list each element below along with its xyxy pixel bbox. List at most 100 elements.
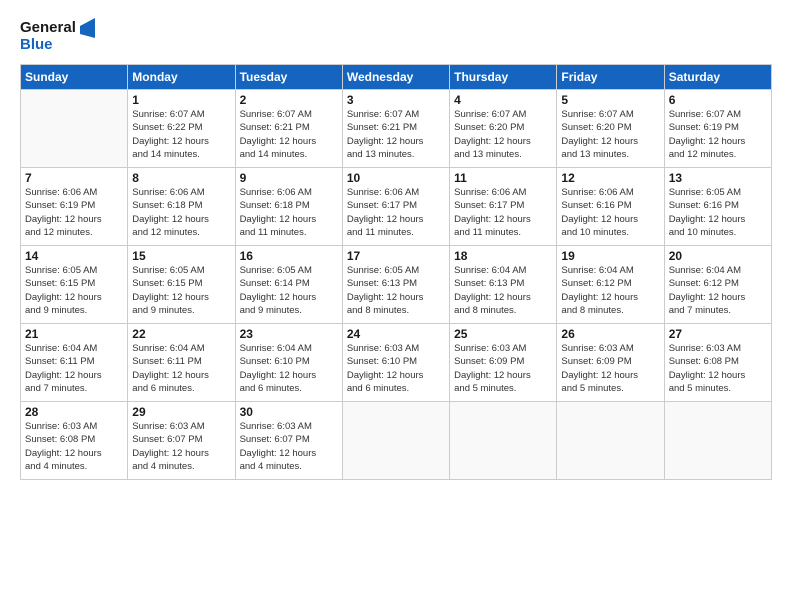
day-number: 29 (132, 405, 230, 419)
day-info: Sunrise: 6:06 AMSunset: 6:16 PMDaylight:… (561, 186, 659, 239)
col-header-friday: Friday (557, 65, 664, 90)
day-info: Sunrise: 6:06 AMSunset: 6:18 PMDaylight:… (240, 186, 338, 239)
calendar-cell: 25Sunrise: 6:03 AMSunset: 6:09 PMDayligh… (450, 324, 557, 402)
day-number: 12 (561, 171, 659, 185)
col-header-wednesday: Wednesday (342, 65, 449, 90)
day-info: Sunrise: 6:04 AMSunset: 6:12 PMDaylight:… (561, 264, 659, 317)
day-info: Sunrise: 6:03 AMSunset: 6:08 PMDaylight:… (25, 420, 123, 473)
day-number: 23 (240, 327, 338, 341)
calendar-week-5: 28Sunrise: 6:03 AMSunset: 6:08 PMDayligh… (21, 402, 772, 480)
day-info: Sunrise: 6:03 AMSunset: 6:09 PMDaylight:… (454, 342, 552, 395)
calendar-week-2: 7Sunrise: 6:06 AMSunset: 6:19 PMDaylight… (21, 168, 772, 246)
calendar-cell: 22Sunrise: 6:04 AMSunset: 6:11 PMDayligh… (128, 324, 235, 402)
day-info: Sunrise: 6:04 AMSunset: 6:12 PMDaylight:… (669, 264, 767, 317)
day-number: 19 (561, 249, 659, 263)
calendar-cell: 1Sunrise: 6:07 AMSunset: 6:22 PMDaylight… (128, 90, 235, 168)
calendar-cell (450, 402, 557, 480)
calendar-cell: 8Sunrise: 6:06 AMSunset: 6:18 PMDaylight… (128, 168, 235, 246)
calendar-cell: 2Sunrise: 6:07 AMSunset: 6:21 PMDaylight… (235, 90, 342, 168)
day-number: 13 (669, 171, 767, 185)
day-info: Sunrise: 6:03 AMSunset: 6:10 PMDaylight:… (347, 342, 445, 395)
calendar-cell: 28Sunrise: 6:03 AMSunset: 6:08 PMDayligh… (21, 402, 128, 480)
calendar-header-row: SundayMondayTuesdayWednesdayThursdayFrid… (21, 65, 772, 90)
day-number: 3 (347, 93, 445, 107)
day-number: 9 (240, 171, 338, 185)
day-number: 8 (132, 171, 230, 185)
calendar-cell: 26Sunrise: 6:03 AMSunset: 6:09 PMDayligh… (557, 324, 664, 402)
svg-text:Blue: Blue (20, 36, 53, 53)
day-info: Sunrise: 6:06 AMSunset: 6:19 PMDaylight:… (25, 186, 123, 239)
calendar-cell: 4Sunrise: 6:07 AMSunset: 6:20 PMDaylight… (450, 90, 557, 168)
day-number: 24 (347, 327, 445, 341)
col-header-thursday: Thursday (450, 65, 557, 90)
day-info: Sunrise: 6:06 AMSunset: 6:18 PMDaylight:… (132, 186, 230, 239)
day-info: Sunrise: 6:03 AMSunset: 6:08 PMDaylight:… (669, 342, 767, 395)
day-info: Sunrise: 6:07 AMSunset: 6:22 PMDaylight:… (132, 108, 230, 161)
day-info: Sunrise: 6:05 AMSunset: 6:16 PMDaylight:… (669, 186, 767, 239)
calendar-cell: 29Sunrise: 6:03 AMSunset: 6:07 PMDayligh… (128, 402, 235, 480)
day-info: Sunrise: 6:03 AMSunset: 6:07 PMDaylight:… (132, 420, 230, 473)
day-number: 25 (454, 327, 552, 341)
day-number: 2 (240, 93, 338, 107)
calendar-table: SundayMondayTuesdayWednesdayThursdayFrid… (20, 64, 772, 480)
day-number: 30 (240, 405, 338, 419)
col-header-saturday: Saturday (664, 65, 771, 90)
day-info: Sunrise: 6:05 AMSunset: 6:15 PMDaylight:… (25, 264, 123, 317)
day-info: Sunrise: 6:07 AMSunset: 6:19 PMDaylight:… (669, 108, 767, 161)
calendar-cell: 21Sunrise: 6:04 AMSunset: 6:11 PMDayligh… (21, 324, 128, 402)
day-number: 10 (347, 171, 445, 185)
calendar-cell: 12Sunrise: 6:06 AMSunset: 6:16 PMDayligh… (557, 168, 664, 246)
calendar-week-3: 14Sunrise: 6:05 AMSunset: 6:15 PMDayligh… (21, 246, 772, 324)
calendar-cell: 10Sunrise: 6:06 AMSunset: 6:17 PMDayligh… (342, 168, 449, 246)
day-info: Sunrise: 6:05 AMSunset: 6:15 PMDaylight:… (132, 264, 230, 317)
calendar-cell: 16Sunrise: 6:05 AMSunset: 6:14 PMDayligh… (235, 246, 342, 324)
day-number: 14 (25, 249, 123, 263)
calendar-week-1: 1Sunrise: 6:07 AMSunset: 6:22 PMDaylight… (21, 90, 772, 168)
calendar-cell: 7Sunrise: 6:06 AMSunset: 6:19 PMDaylight… (21, 168, 128, 246)
day-number: 5 (561, 93, 659, 107)
day-number: 1 (132, 93, 230, 107)
day-number: 21 (25, 327, 123, 341)
calendar-cell: 23Sunrise: 6:04 AMSunset: 6:10 PMDayligh… (235, 324, 342, 402)
day-info: Sunrise: 6:03 AMSunset: 6:09 PMDaylight:… (561, 342, 659, 395)
calendar-cell: 18Sunrise: 6:04 AMSunset: 6:13 PMDayligh… (450, 246, 557, 324)
day-info: Sunrise: 6:06 AMSunset: 6:17 PMDaylight:… (347, 186, 445, 239)
day-info: Sunrise: 6:04 AMSunset: 6:10 PMDaylight:… (240, 342, 338, 395)
day-info: Sunrise: 6:07 AMSunset: 6:21 PMDaylight:… (240, 108, 338, 161)
calendar-cell (21, 90, 128, 168)
calendar-cell: 30Sunrise: 6:03 AMSunset: 6:07 PMDayligh… (235, 402, 342, 480)
calendar-cell: 19Sunrise: 6:04 AMSunset: 6:12 PMDayligh… (557, 246, 664, 324)
calendar-cell (557, 402, 664, 480)
day-number: 22 (132, 327, 230, 341)
calendar-cell: 6Sunrise: 6:07 AMSunset: 6:19 PMDaylight… (664, 90, 771, 168)
day-info: Sunrise: 6:04 AMSunset: 6:11 PMDaylight:… (132, 342, 230, 395)
day-number: 17 (347, 249, 445, 263)
calendar-cell: 20Sunrise: 6:04 AMSunset: 6:12 PMDayligh… (664, 246, 771, 324)
header: GeneralBlue (20, 16, 772, 54)
day-info: Sunrise: 6:05 AMSunset: 6:14 PMDaylight:… (240, 264, 338, 317)
day-info: Sunrise: 6:04 AMSunset: 6:13 PMDaylight:… (454, 264, 552, 317)
calendar-cell: 13Sunrise: 6:05 AMSunset: 6:16 PMDayligh… (664, 168, 771, 246)
calendar-cell: 27Sunrise: 6:03 AMSunset: 6:08 PMDayligh… (664, 324, 771, 402)
day-number: 4 (454, 93, 552, 107)
day-info: Sunrise: 6:07 AMSunset: 6:20 PMDaylight:… (454, 108, 552, 161)
calendar-cell: 3Sunrise: 6:07 AMSunset: 6:21 PMDaylight… (342, 90, 449, 168)
day-info: Sunrise: 6:04 AMSunset: 6:11 PMDaylight:… (25, 342, 123, 395)
calendar-cell: 9Sunrise: 6:06 AMSunset: 6:18 PMDaylight… (235, 168, 342, 246)
calendar-cell: 14Sunrise: 6:05 AMSunset: 6:15 PMDayligh… (21, 246, 128, 324)
day-number: 26 (561, 327, 659, 341)
svg-text:General: General (20, 19, 76, 36)
day-info: Sunrise: 6:05 AMSunset: 6:13 PMDaylight:… (347, 264, 445, 317)
day-number: 11 (454, 171, 552, 185)
calendar-cell (664, 402, 771, 480)
day-info: Sunrise: 6:03 AMSunset: 6:07 PMDaylight:… (240, 420, 338, 473)
calendar-cell: 17Sunrise: 6:05 AMSunset: 6:13 PMDayligh… (342, 246, 449, 324)
calendar-cell: 5Sunrise: 6:07 AMSunset: 6:20 PMDaylight… (557, 90, 664, 168)
day-number: 28 (25, 405, 123, 419)
calendar-week-4: 21Sunrise: 6:04 AMSunset: 6:11 PMDayligh… (21, 324, 772, 402)
day-number: 16 (240, 249, 338, 263)
day-number: 7 (25, 171, 123, 185)
day-info: Sunrise: 6:07 AMSunset: 6:21 PMDaylight:… (347, 108, 445, 161)
calendar-cell: 15Sunrise: 6:05 AMSunset: 6:15 PMDayligh… (128, 246, 235, 324)
logo-icon: GeneralBlue (20, 16, 100, 54)
